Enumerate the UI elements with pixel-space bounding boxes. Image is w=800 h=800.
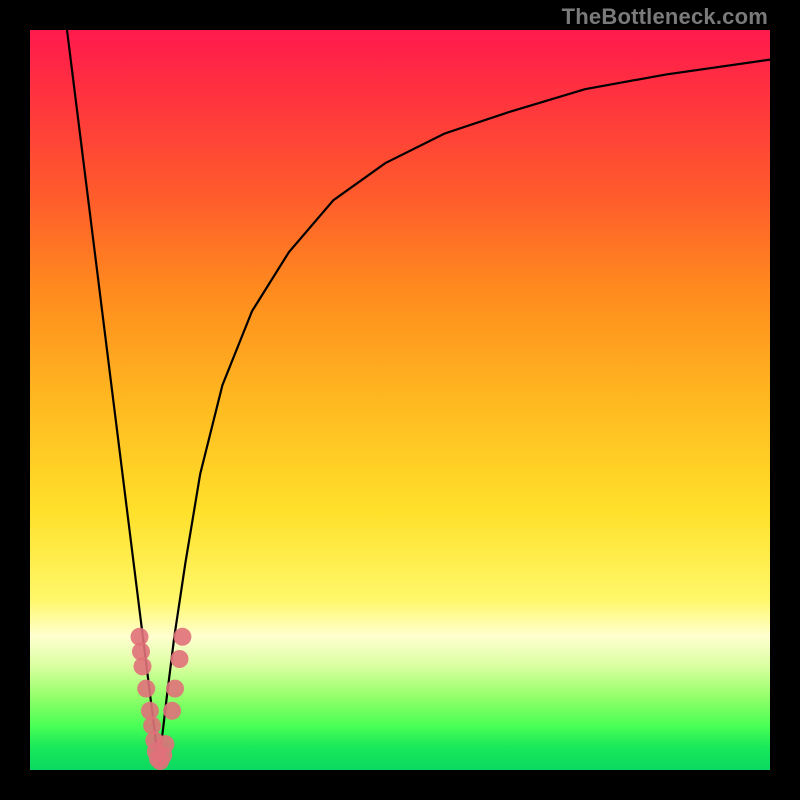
scatter-point	[166, 680, 184, 698]
scatter-point	[163, 702, 181, 720]
scatter-point	[173, 628, 191, 646]
scatter-point	[137, 680, 155, 698]
watermark-text: TheBottleneck.com	[562, 4, 768, 30]
scatter-point	[171, 650, 189, 668]
scatter-group	[131, 628, 192, 770]
chart-overlay	[30, 30, 770, 770]
right-branch-line	[158, 60, 770, 767]
scatter-point	[134, 657, 152, 675]
scatter-point	[156, 735, 174, 753]
chart-stage: TheBottleneck.com	[0, 0, 800, 800]
